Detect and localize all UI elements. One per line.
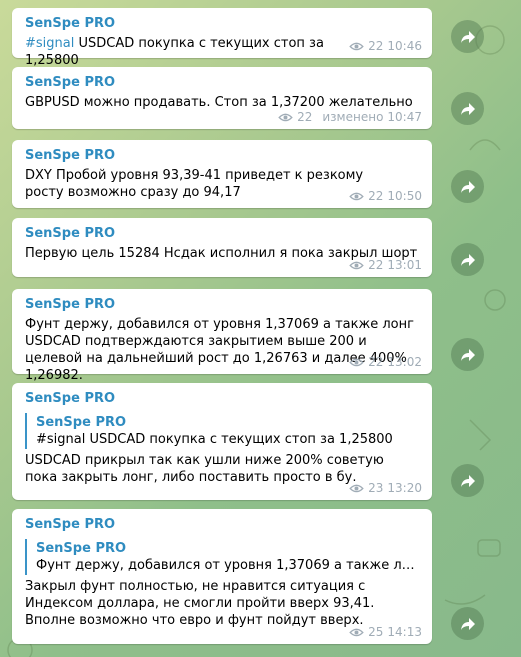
message-sender[interactable]: SenSpe PRO xyxy=(25,74,420,91)
message-meta: 22 10:46 xyxy=(349,39,422,53)
message-time: 10:46 xyxy=(387,39,422,53)
message-time: 14:13 xyxy=(387,625,422,639)
message-4[interactable]: SenSpe PRO Первую цель 15284 Нсдак испол… xyxy=(12,218,432,277)
message-meta: 23 13:20 xyxy=(349,481,422,495)
views-count: 22 xyxy=(368,189,384,203)
views-count: 22 xyxy=(368,355,384,369)
views-icon xyxy=(349,261,364,269)
views-icon xyxy=(349,192,364,200)
share-button[interactable] xyxy=(451,338,484,371)
message-7[interactable]: SenSpe PRO SenSpe PRO Фунт держу, добави… xyxy=(12,509,432,644)
message-meta: 22 10:50 xyxy=(349,189,422,203)
reply-quote[interactable]: SenSpe PRO Фунт держу, добавился от уров… xyxy=(25,539,420,575)
share-icon xyxy=(460,617,475,630)
edited-label: изменено xyxy=(322,110,384,124)
message-text: Закрыл фунт полностью, не нравится ситуа… xyxy=(25,579,375,628)
views-count: 22 xyxy=(368,39,384,53)
message-sender[interactable]: SenSpe PRO xyxy=(25,225,420,242)
reply-quote[interactable]: SenSpe PRO #signal USDCAD покупка с теку… xyxy=(25,413,420,449)
reply-sender: SenSpe PRO xyxy=(36,415,127,430)
message-sender[interactable]: SenSpe PRO xyxy=(25,296,420,313)
share-icon xyxy=(460,348,475,361)
share-button[interactable] xyxy=(451,607,484,640)
message-text: Фунт держу, добавился от уровня 1,37069 … xyxy=(25,317,414,383)
message-time: 13:01 xyxy=(387,258,422,272)
views-icon xyxy=(349,358,364,366)
share-icon xyxy=(460,253,475,266)
views-icon xyxy=(349,42,364,50)
reply-sender: SenSpe PRO xyxy=(36,541,127,556)
share-icon xyxy=(460,102,475,115)
message-1[interactable]: SenSpe PRO #signal USDCAD покупка с теку… xyxy=(12,8,432,68)
message-text: GBPUSD можно продавать. Стоп за 1,37200 … xyxy=(25,95,413,110)
share-icon xyxy=(460,30,475,43)
views-icon xyxy=(349,484,364,492)
views-count: 23 xyxy=(368,481,384,495)
message-sender[interactable]: SenSpe PRO xyxy=(25,390,420,407)
views-count: 25 xyxy=(368,625,384,639)
message-meta: 25 14:13 xyxy=(349,625,422,639)
message-time: 13:20 xyxy=(387,481,422,495)
share-button[interactable] xyxy=(451,92,484,125)
message-sender[interactable]: SenSpe PRO xyxy=(25,516,420,533)
reply-text: Фунт держу, добавился от уровня 1,37069 … xyxy=(36,558,420,573)
message-time: 10:50 xyxy=(387,189,422,203)
hashtag-link[interactable]: #signal xyxy=(25,36,74,51)
views-icon xyxy=(278,113,293,121)
message-sender[interactable]: SenSpe PRO xyxy=(25,147,420,164)
message-time: 10:47 xyxy=(387,110,422,124)
share-button[interactable] xyxy=(451,170,484,203)
message-3[interactable]: SenSpe PRO DXY Пробой уровня 93,39-41 пр… xyxy=(12,140,432,208)
message-meta: 22 13:01 xyxy=(349,258,422,272)
share-button[interactable] xyxy=(451,20,484,53)
views-count: 22 xyxy=(368,258,384,272)
message-6[interactable]: SenSpe PRO SenSpe PRO #signal USDCAD пок… xyxy=(12,383,432,500)
message-sender[interactable]: SenSpe PRO xyxy=(25,15,420,32)
message-5[interactable]: SenSpe PRO Фунт держу, добавился от уров… xyxy=(12,289,432,383)
views-count: 22 xyxy=(297,110,313,124)
message-2[interactable]: SenSpe PRO GBPUSD можно продавать. Стоп … xyxy=(12,67,432,129)
message-time: 13:02 xyxy=(387,355,422,369)
share-button[interactable] xyxy=(451,464,484,497)
views-icon xyxy=(349,628,364,636)
share-button[interactable] xyxy=(451,243,484,276)
message-meta: 22 изменено 10:47 xyxy=(278,110,422,124)
reply-text: #signal USDCAD покупка с текущих стоп за… xyxy=(36,432,393,447)
share-icon xyxy=(460,474,475,487)
message-meta: 22 13:02 xyxy=(349,355,422,369)
share-icon xyxy=(460,180,475,193)
